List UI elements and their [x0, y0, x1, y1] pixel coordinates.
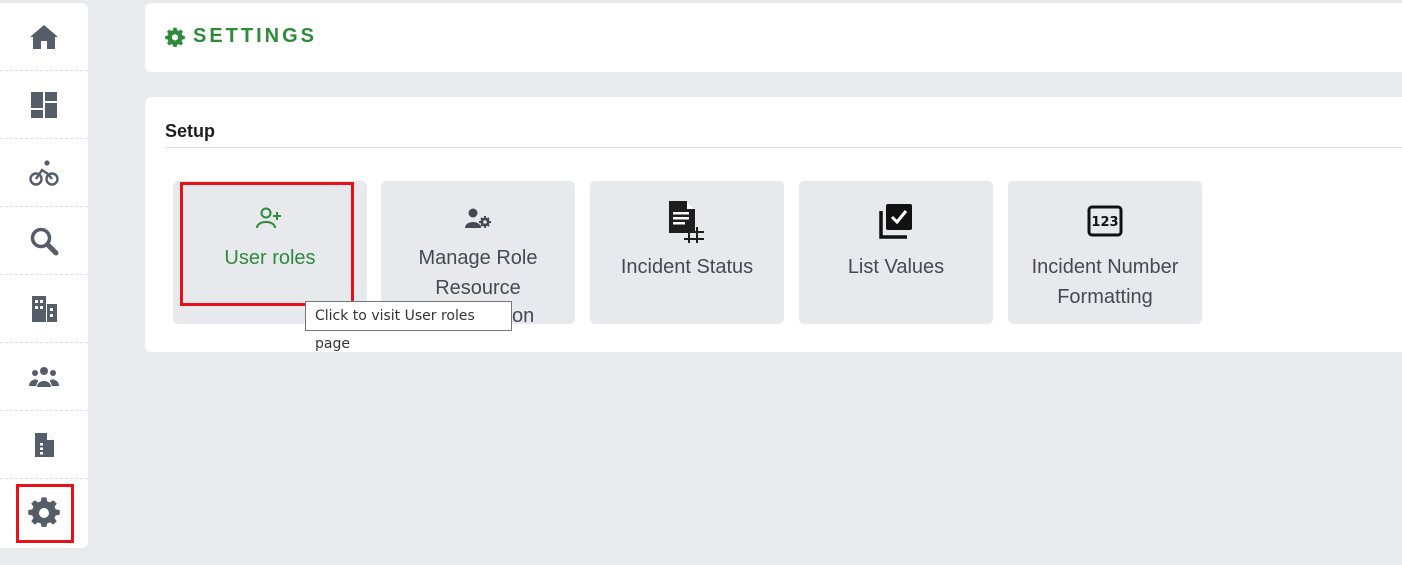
tile-incident-number-formatting[interactable]: 123 Incident Number Formatting	[1008, 181, 1202, 324]
dashboard-icon	[31, 91, 57, 118]
tile-label: List Values	[847, 256, 945, 278]
page-header: SETTINGS	[145, 3, 1402, 72]
sidebar-item-documents[interactable]	[0, 411, 88, 479]
document-icon	[35, 432, 54, 457]
setup-heading: Setup	[165, 121, 216, 141]
sidebar	[0, 3, 88, 548]
sidebar-item-buildings[interactable]	[0, 275, 88, 343]
home-icon	[30, 24, 58, 49]
tile-label: Incident Number Formatting	[1031, 256, 1179, 308]
users-icon	[29, 366, 59, 387]
search-icon	[30, 227, 59, 255]
page-title: SETTINGS	[165, 25, 317, 48]
number-123-icon: 123	[1087, 205, 1123, 237]
divider	[165, 147, 1402, 148]
tile-label: User roles	[224, 247, 316, 269]
tile-label: Incident Status	[620, 256, 754, 278]
user-plus-icon	[256, 207, 281, 229]
tooltip: Click to visit User roles page	[305, 301, 512, 352]
gear-icon	[165, 27, 185, 47]
settings-highlight-box	[16, 484, 74, 543]
document-grid-icon	[669, 201, 704, 243]
sidebar-item-dashboard[interactable]	[0, 71, 88, 139]
sidebar-item-bicycle[interactable]	[0, 139, 88, 207]
page-title-text: SETTINGS	[193, 25, 318, 47]
bicycle-icon	[29, 159, 59, 186]
tile-list-values[interactable]: List Values	[799, 181, 993, 324]
building-icon	[32, 295, 57, 322]
tile-incident-status[interactable]: Incident Status	[590, 181, 784, 324]
svg-text:123: 123	[1091, 215, 1118, 230]
sidebar-item-search[interactable]	[0, 207, 88, 275]
sidebar-item-users[interactable]	[0, 343, 88, 411]
tile-label: Manage Role Resource	[418, 247, 538, 299]
sidebar-item-home[interactable]	[0, 3, 88, 71]
tile-label-overflow: on	[512, 305, 535, 327]
user-gear-icon	[465, 208, 491, 228]
checklist-icon	[879, 204, 912, 239]
